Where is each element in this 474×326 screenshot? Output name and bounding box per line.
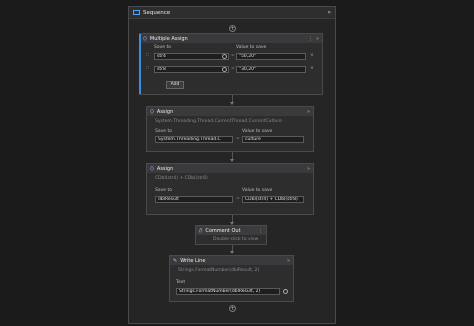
save-to-field[interactable]: dblResult	[155, 196, 233, 203]
assign-activity-1[interactable]: ⟨⟩ Assign » System.Threading.Thread.Curr…	[146, 106, 314, 152]
add-row-button[interactable]: Add	[166, 81, 184, 89]
connector-arrow	[230, 159, 234, 162]
write-line-summary: Strings.FormatNumber(dblResult, 2)	[178, 268, 260, 273]
collapse-icon[interactable]: »	[287, 258, 290, 264]
equals-sign: =	[236, 136, 240, 141]
assign-summary: System.Threading.Thread.CurrentThread.Cu…	[155, 119, 282, 124]
save-to-label: Save to	[154, 45, 171, 50]
value-to-save-label: Value to save	[242, 188, 273, 193]
value-field[interactable]: culture	[242, 136, 304, 143]
collapse-icon[interactable]: »	[327, 9, 331, 16]
selection-indicator	[139, 34, 141, 94]
expression-icon[interactable]	[222, 67, 227, 72]
equals-sign: =	[231, 66, 235, 71]
sequence-icon	[133, 10, 140, 15]
equals-sign: =	[231, 53, 235, 58]
comment-icon: //	[199, 227, 203, 234]
assign-header[interactable]: ⟨⟩ Assign »	[147, 164, 313, 173]
collapse-icon[interactable]: »	[307, 166, 310, 172]
remove-row-icon[interactable]: ×	[310, 53, 314, 58]
assign-header[interactable]: ⟨⟩ Assign »	[147, 107, 313, 116]
write-line-header[interactable]: ✎ Write Line »	[170, 256, 293, 265]
value-to-save-label: Value to save	[236, 45, 267, 50]
value-to-save-label: Value to save	[242, 129, 273, 134]
menu-icon[interactable]: ⋮	[258, 228, 263, 234]
connector-arrow	[230, 102, 234, 105]
text-label: Text	[176, 280, 186, 285]
equals-sign: =	[236, 196, 240, 201]
save-to-label: Save to	[155, 129, 172, 134]
text-field[interactable]: Strings.FormatNumber(dblResult, 2)	[176, 288, 280, 295]
assign-title: Assign	[156, 165, 174, 172]
sequence-header[interactable]: Sequence »	[129, 7, 335, 19]
write-line-activity[interactable]: ✎ Write Line » Strings.FormatNumber(dblR…	[169, 255, 294, 302]
expression-icon[interactable]	[283, 289, 288, 294]
expression-icon[interactable]	[222, 54, 227, 59]
comment-out-title: Comment Out	[205, 227, 241, 234]
add-activity-icon[interactable]: +	[229, 25, 236, 32]
value-field[interactable]: CDbl(str4) + CDbl(str8)	[242, 196, 304, 203]
drag-handle-icon[interactable]: ∷	[146, 53, 149, 58]
comment-out-header[interactable]: // Comment Out ⋮	[196, 226, 266, 235]
multiple-assign-title: Multiple Assign	[149, 35, 188, 42]
save-to-field-1[interactable]: str4	[154, 53, 229, 60]
assign-summary: CDbl(str4) + CDbl(str8)	[155, 176, 208, 181]
workflow-canvas: Sequence » + ⟨⟩ Multiple Assign ⋮» Save …	[128, 6, 336, 324]
save-to-field[interactable]: System.Threading.Thread.C	[155, 136, 233, 143]
collapse-icon[interactable]: »	[316, 36, 319, 42]
save-to-field-2[interactable]: str8	[154, 66, 229, 73]
comment-out-activity[interactable]: // Comment Out ⋮ Double-click to view	[195, 225, 267, 245]
sequence-title: Sequence	[143, 9, 171, 16]
remove-row-icon[interactable]: ×	[310, 66, 314, 71]
collapse-icon[interactable]: »	[307, 109, 310, 115]
multiple-assign-activity[interactable]: ⟨⟩ Multiple Assign ⋮» Save to Value to s…	[139, 33, 323, 95]
add-activity-icon[interactable]: +	[229, 305, 236, 312]
save-to-label: Save to	[155, 188, 172, 193]
connector-arrow	[230, 251, 234, 254]
menu-icon[interactable]: ⋮	[308, 36, 313, 42]
multiple-assign-icon: ⟨⟩	[143, 35, 147, 42]
multiple-assign-header[interactable]: ⟨⟩ Multiple Assign ⋮»	[140, 34, 322, 43]
write-line-icon: ✎	[173, 257, 178, 264]
assign-icon: ⟨⟩	[150, 165, 154, 172]
comment-hint: Double-click to view	[213, 237, 259, 242]
drag-handle-icon[interactable]: ∷	[146, 66, 149, 71]
value-field-2[interactable]: "30,20"	[236, 66, 306, 73]
assign-activity-2[interactable]: ⟨⟩ Assign » CDbl(str4) + CDbl(str8) Save…	[146, 163, 314, 215]
assign-icon: ⟨⟩	[150, 108, 154, 115]
write-line-title: Write Line	[180, 257, 206, 264]
assign-title: Assign	[156, 108, 174, 115]
value-field-1[interactable]: "50,20"	[236, 53, 306, 60]
